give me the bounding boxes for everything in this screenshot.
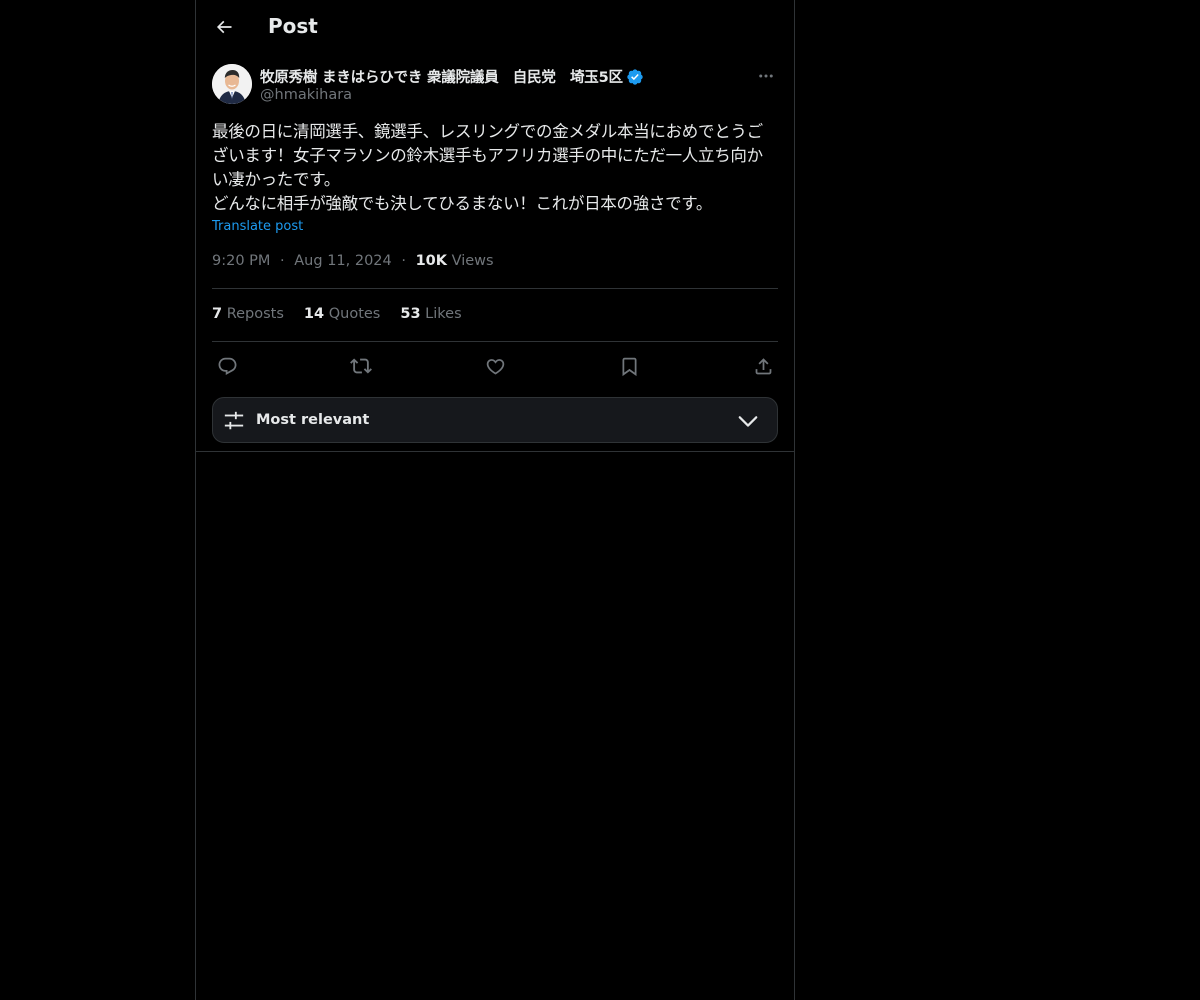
bookmark-button[interactable]	[614, 354, 644, 378]
page-title: Post	[268, 14, 318, 38]
likes-stat[interactable]: 53 Likes	[400, 306, 461, 322]
quotes-label: Quotes	[328, 306, 381, 322]
sliders-icon	[224, 411, 244, 430]
section-divider	[196, 451, 794, 452]
arrow-left-icon	[216, 20, 232, 34]
bookmark-icon	[622, 357, 636, 376]
action-bar	[212, 354, 778, 378]
chevron-down-icon	[738, 416, 758, 427]
post-time[interactable]: 9:20 PM	[212, 253, 270, 269]
reposts-label: Reposts	[226, 306, 284, 322]
more-icon	[759, 74, 773, 78]
back-button[interactable]	[208, 11, 240, 43]
share-button[interactable]	[748, 354, 778, 378]
divider-bottom	[212, 341, 778, 342]
reply-icon	[218, 357, 236, 375]
more-options-button[interactable]	[754, 64, 778, 88]
reposts-count: 7	[212, 306, 223, 322]
post-column: Post 牧原秀樹 まきはらひでき 衆議院議員 自民党 埼玉5区 @hmakih…	[195, 0, 795, 1000]
author-handle[interactable]: @hmakihara	[260, 87, 352, 103]
post-text: 最後の日に清岡選手、鏡選手、レスリングでの金メダル本当におめでとうございます！女…	[212, 122, 763, 213]
page-header: Post	[196, 0, 794, 54]
meta-separator: ·	[401, 253, 406, 269]
likes-label: Likes	[425, 306, 462, 322]
author-photo	[212, 64, 252, 104]
engagement-stats: 7 Reposts 14 Quotes 53 Likes	[212, 306, 462, 322]
author-name[interactable]: 牧原秀樹 まきはらひでき 衆議院議員 自民党 埼玉5区	[260, 66, 623, 87]
views-label: Views	[451, 253, 494, 269]
repost-icon	[350, 358, 372, 374]
heart-icon	[486, 358, 504, 375]
verified-badge-icon[interactable]	[626, 68, 644, 86]
reposts-stat[interactable]: 7 Reposts	[212, 306, 284, 322]
sort-replies-dropdown[interactable]: Most relevant	[212, 397, 778, 443]
likes-count: 53	[400, 306, 421, 322]
divider-top	[212, 288, 778, 289]
post-date[interactable]: Aug 11, 2024	[294, 253, 392, 269]
sort-label: Most relevant	[256, 412, 370, 428]
reply-button[interactable]	[212, 354, 242, 378]
repost-button[interactable]	[346, 354, 376, 378]
meta-separator: ·	[280, 253, 285, 269]
share-icon	[755, 357, 771, 374]
like-button[interactable]	[480, 354, 510, 378]
avatar[interactable]	[212, 64, 252, 104]
quotes-stat[interactable]: 14 Quotes	[304, 306, 380, 322]
author-name-row[interactable]: 牧原秀樹 まきはらひでき 衆議院議員 自民党 埼玉5区	[260, 66, 644, 87]
views-count: 10K	[415, 253, 448, 269]
translate-post-link[interactable]: Translate post	[212, 219, 303, 234]
post-meta: 9:20 PM · Aug 11, 2024 · 10K Views	[212, 253, 494, 269]
quotes-count: 14	[303, 306, 325, 322]
